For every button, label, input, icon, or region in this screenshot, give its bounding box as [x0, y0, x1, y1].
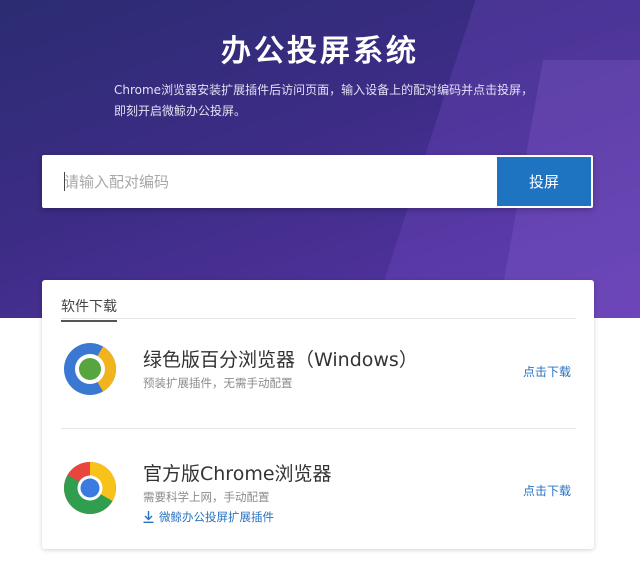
download-link[interactable]: 点击下载	[523, 363, 571, 380]
hero-banner: 办公投屏系统 Chrome浏览器安装扩展插件后访问页面，输入设备上的配对编码并点…	[0, 0, 640, 318]
centbrowser-icon	[64, 343, 116, 395]
pairing-form: 投屏	[42, 155, 593, 208]
item-subtitle: 需要科学上网，手动配置	[143, 490, 270, 504]
plugin-link-label: 微鲸办公投屏扩展插件	[159, 510, 274, 524]
chrome-icon	[64, 462, 116, 514]
cast-button[interactable]: 投屏	[497, 157, 591, 206]
download-icon	[143, 511, 154, 523]
download-card: 软件下载 绿色版百分浏览器（Windows） 预装扩展插件，无需手动配置 点击下…	[42, 280, 594, 549]
page-title: 办公投屏系统	[221, 34, 419, 69]
item-subtitle: 预装扩展插件，无需手动配置	[143, 376, 293, 390]
download-link[interactable]: 点击下载	[523, 482, 571, 499]
list-item: 官方版Chrome浏览器 需要科学上网，手动配置 微鲸办公投屏扩展插件 点击下载	[61, 428, 576, 537]
plugin-download-link[interactable]: 微鲸办公投屏扩展插件	[143, 509, 274, 525]
list-item: 绿色版百分浏览器（Windows） 预装扩展插件，无需手动配置 点击下载	[61, 320, 576, 428]
download-section-header: 软件下载	[61, 296, 576, 322]
pairing-code-input[interactable]	[42, 155, 497, 208]
page-description: Chrome浏览器安装扩展插件后访问页面，输入设备上的配对编码并点击投屏，即刻开…	[114, 83, 534, 118]
download-section-title: 软件下载	[61, 296, 117, 322]
item-name: 绿色版百分浏览器（Windows）	[143, 349, 418, 371]
item-name: 官方版Chrome浏览器	[143, 463, 332, 485]
text-cursor	[64, 172, 65, 191]
